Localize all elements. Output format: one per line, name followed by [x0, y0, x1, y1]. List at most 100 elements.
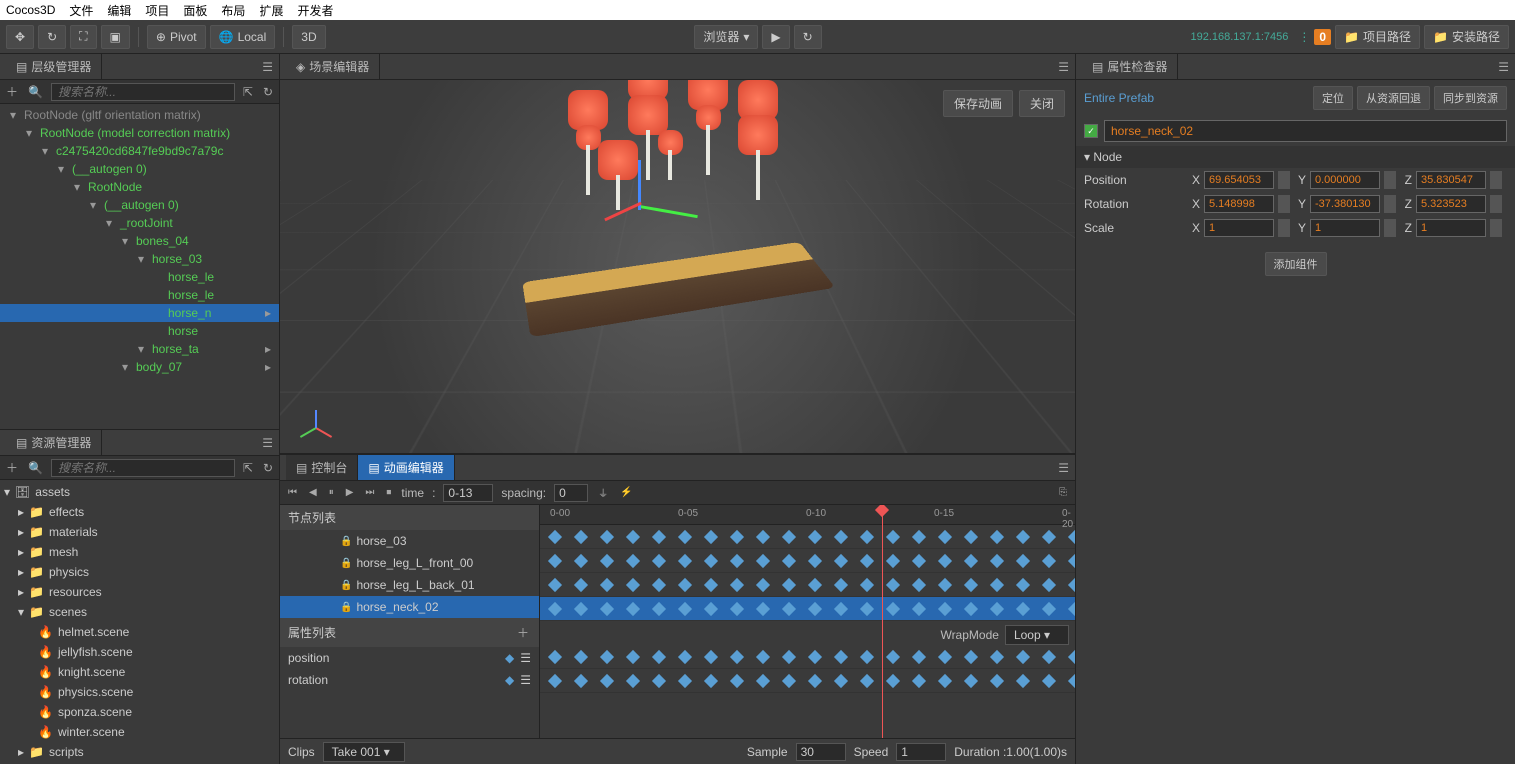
asset-search-icon[interactable]: 🔍	[26, 459, 45, 477]
keyframe[interactable]	[756, 674, 770, 688]
asset-folder[interactable]: ▸📁effects	[0, 502, 279, 522]
asset-folder[interactable]: ▸📁physics	[0, 562, 279, 582]
assets-collapse-icon[interactable]: ⇱	[241, 459, 255, 477]
anim-prop-track[interactable]: rotation◆☰	[280, 669, 539, 691]
keyframe[interactable]	[704, 554, 718, 568]
menu-file[interactable]: 文件	[69, 2, 93, 19]
keyframe[interactable]	[678, 530, 692, 544]
keyframe[interactable]	[730, 602, 744, 616]
search-icon[interactable]: 🔍	[26, 83, 45, 101]
keyframe[interactable]	[886, 674, 900, 688]
rotation-z[interactable]	[1416, 195, 1486, 213]
sync-button[interactable]: 同步到资源	[1434, 86, 1507, 110]
keyframe[interactable]	[808, 554, 822, 568]
keyframe[interactable]	[1016, 578, 1030, 592]
keyframe[interactable]	[912, 554, 926, 568]
keyframe[interactable]	[678, 650, 692, 664]
position-y[interactable]	[1310, 171, 1380, 189]
keyframe[interactable]	[1042, 578, 1056, 592]
locate-button[interactable]: 定位	[1313, 86, 1353, 110]
refresh-hierarchy-icon[interactable]: ↻	[261, 83, 275, 101]
keyframe[interactable]	[652, 530, 666, 544]
assets-tab[interactable]: ▤ 资源管理器	[6, 430, 102, 455]
project-path-button[interactable]: 📁 项目路径	[1335, 25, 1420, 49]
keyframe[interactable]	[574, 674, 588, 688]
keyframe[interactable]	[600, 554, 614, 568]
playhead[interactable]	[882, 505, 883, 738]
keyframe[interactable]	[574, 530, 588, 544]
keyframe[interactable]	[834, 602, 848, 616]
bottom-menu-icon[interactable]: ☰	[1058, 461, 1069, 475]
keyframe[interactable]	[678, 674, 692, 688]
keyframe[interactable]	[574, 650, 588, 664]
keyframe[interactable]	[938, 578, 952, 592]
next-frame-button[interactable]: ⏭	[363, 485, 376, 500]
hierarchy-node[interactable]: ▾horse_03	[0, 250, 279, 268]
keyframe[interactable]	[548, 554, 562, 568]
keyframe[interactable]	[704, 602, 718, 616]
keyframe[interactable]	[730, 530, 744, 544]
keyframe[interactable]	[600, 578, 614, 592]
keyframe[interactable]	[860, 578, 874, 592]
stop-button[interactable]: ⏹	[384, 485, 393, 500]
keyframe[interactable]	[652, 674, 666, 688]
timeline-ruler[interactable]: 0-000-050-100-150-200-251-001-05	[540, 505, 1075, 525]
keyframe[interactable]	[860, 554, 874, 568]
scale-z[interactable]	[1416, 219, 1486, 237]
scene-menu-icon[interactable]: ☰	[1058, 60, 1069, 74]
play-button[interactable]: ▶	[762, 25, 789, 49]
keyframe[interactable]	[912, 602, 926, 616]
console-tab[interactable]: ▤ 控制台	[286, 455, 358, 480]
keyframe-row[interactable]	[540, 669, 1075, 693]
clip-select[interactable]: Take 001 ▾	[323, 742, 405, 762]
rect-tool[interactable]: ▣	[101, 25, 130, 49]
keyframe[interactable]	[548, 530, 562, 544]
keyframe[interactable]	[990, 602, 1004, 616]
keyframe[interactable]	[782, 650, 796, 664]
prefab-link[interactable]: Entire Prefab	[1084, 91, 1154, 105]
keyframe[interactable]	[990, 674, 1004, 688]
keyframe-row[interactable]	[540, 525, 1075, 549]
keyframe[interactable]	[886, 554, 900, 568]
keyframe[interactable]	[626, 530, 640, 544]
add-prop-button[interactable]: ＋	[515, 622, 531, 643]
keyframe[interactable]	[626, 602, 640, 616]
hierarchy-node[interactable]: ▾(__autogen 0)	[0, 160, 279, 178]
scene-tab[interactable]: ◈ 场景编辑器	[286, 54, 380, 79]
hierarchy-node[interactable]: horse_n▸	[0, 304, 279, 322]
keyframe[interactable]	[548, 650, 562, 664]
hierarchy-search[interactable]	[51, 83, 235, 101]
hierarchy-node[interactable]: ▾RootNode	[0, 178, 279, 196]
position-x[interactable]	[1204, 171, 1274, 189]
keyframe[interactable]	[574, 602, 588, 616]
keyframe[interactable]	[1042, 650, 1056, 664]
keyframe[interactable]	[756, 602, 770, 616]
anim-prop-track[interactable]: position◆☰	[280, 647, 539, 669]
asset-folder[interactable]: ▸📁resources	[0, 582, 279, 602]
keyframe[interactable]	[964, 554, 978, 568]
inspector-menu-icon[interactable]: ☰	[1498, 60, 1509, 74]
keyframe[interactable]	[600, 602, 614, 616]
keyframe[interactable]	[938, 674, 952, 688]
revert-button[interactable]: 从资源回退	[1357, 86, 1430, 110]
first-frame-button[interactable]: ⏮	[286, 485, 299, 500]
keyframe[interactable]	[652, 650, 666, 664]
keyframe[interactable]	[782, 530, 796, 544]
keyframe[interactable]	[1016, 650, 1030, 664]
keyframe[interactable]	[782, 554, 796, 568]
keyframe[interactable]	[990, 530, 1004, 544]
hierarchy-tree[interactable]: ▾RootNode (gltf orientation matrix)▾Root…	[0, 104, 279, 429]
keyframe[interactable]	[730, 650, 744, 664]
keyframe[interactable]	[886, 578, 900, 592]
keyframe[interactable]	[1068, 554, 1075, 568]
collapse-icon[interactable]: ⇱	[241, 83, 255, 101]
node-name-input[interactable]	[1104, 120, 1507, 142]
prev-frame-button[interactable]: ◀	[307, 485, 319, 500]
hierarchy-node[interactable]: horse_le	[0, 286, 279, 304]
menu-developer[interactable]: 开发者	[297, 2, 333, 19]
animation-tab[interactable]: ▤ 动画编辑器	[358, 455, 454, 480]
keyframe[interactable]	[704, 578, 718, 592]
keyframe[interactable]	[938, 554, 952, 568]
hierarchy-node[interactable]: ▾c2475420cd6847fe9bd9c7a79c	[0, 142, 279, 160]
keyframe[interactable]	[964, 602, 978, 616]
